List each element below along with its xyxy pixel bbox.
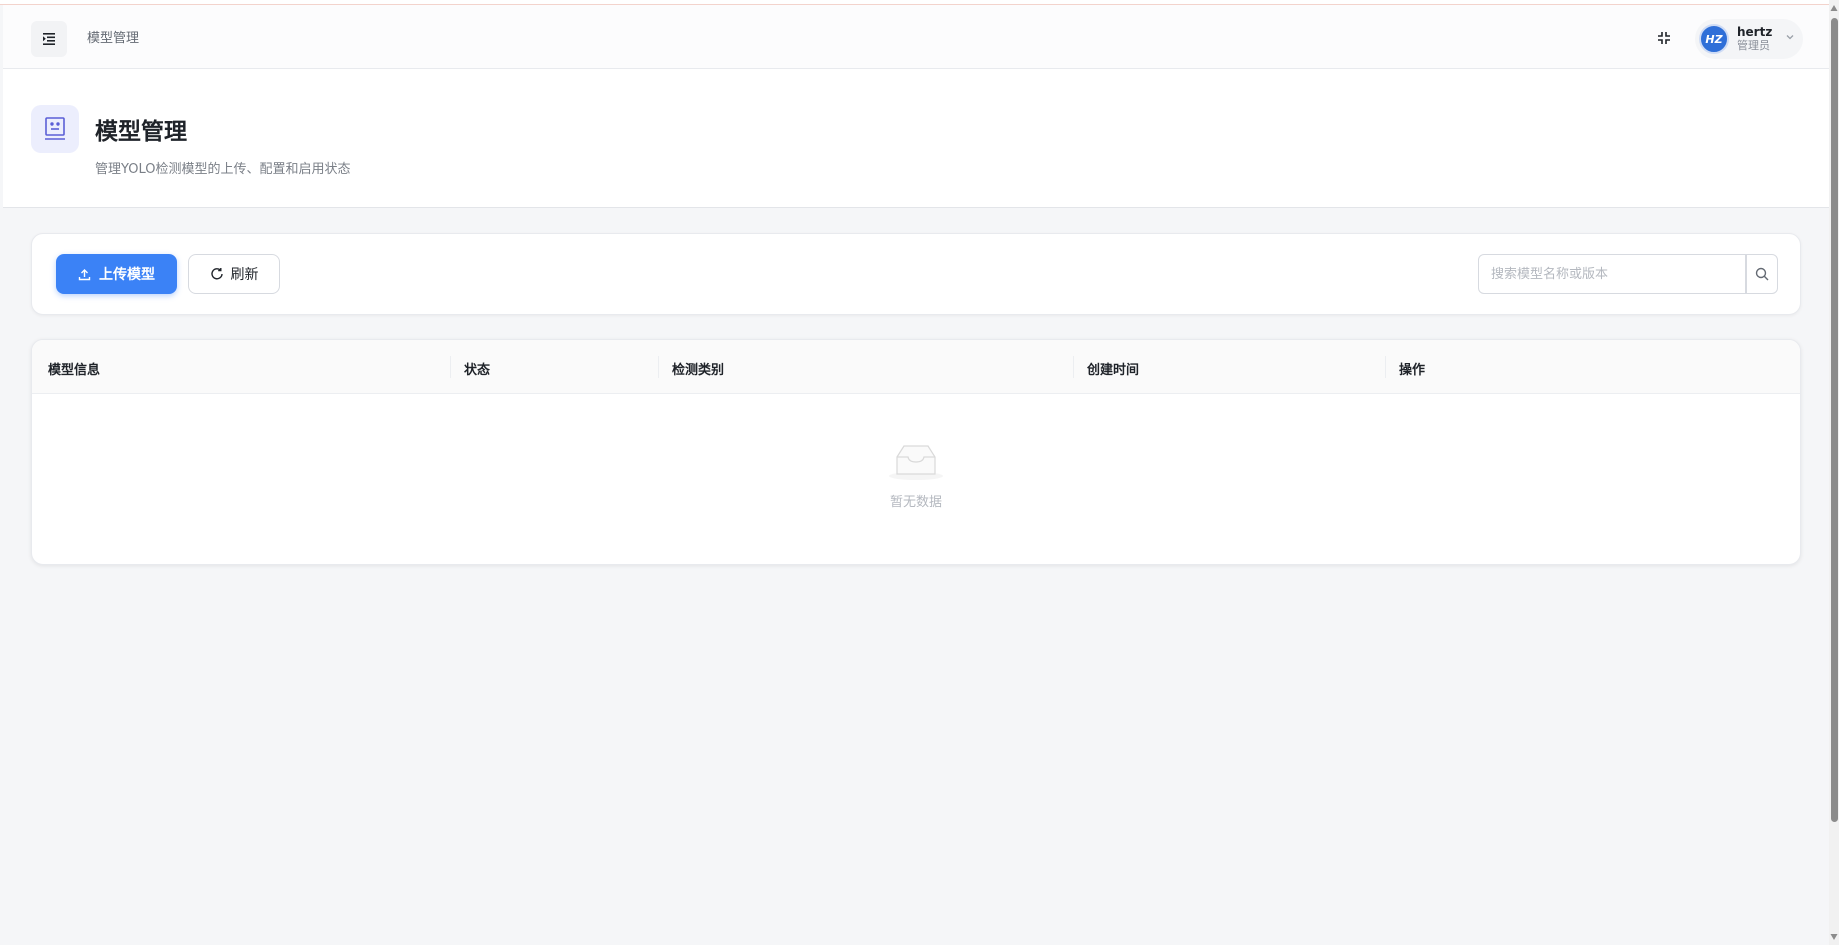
model-table: 模型信息 状态 检测类别 创建时间 操作 暂无数据 <box>31 339 1801 565</box>
page-title: 模型管理 <box>95 119 187 145</box>
scroll-down-arrow-icon[interactable] <box>1830 933 1838 941</box>
column-header-categories[interactable]: 检测类别 <box>672 359 724 378</box>
upload-icon <box>78 268 91 280</box>
scrollbar-thumb[interactable] <box>1831 18 1838 822</box>
user-role: 管理员 <box>1737 39 1770 52</box>
search-button[interactable] <box>1746 254 1778 294</box>
model-icon <box>31 105 79 153</box>
refresh-button[interactable]: 刷新 <box>188 254 280 294</box>
top-header: 模型管理 HZ hertz 管理员 <box>3 5 1829 69</box>
scroll-up-arrow-icon[interactable] <box>1830 4 1838 12</box>
avatar: HZ <box>1699 24 1729 54</box>
empty-state: 暂无数据 <box>32 394 1800 564</box>
column-header-actions[interactable]: 操作 <box>1399 359 1425 378</box>
app-window: 模型管理 HZ hertz 管理员 模型管理 管理YOLO检测模型的上传、配置和… <box>3 5 1829 945</box>
breadcrumb[interactable]: 模型管理 <box>87 27 139 46</box>
page-header: 模型管理 管理YOLO检测模型的上传、配置和启用状态 <box>3 69 1829 208</box>
search-icon <box>1755 267 1769 281</box>
column-header-created-time[interactable]: 创建时间 <box>1087 359 1139 378</box>
chevron-down-icon <box>1786 35 1794 40</box>
refresh-icon <box>210 268 223 280</box>
user-name: hertz <box>1737 25 1773 39</box>
column-header-status[interactable]: 状态 <box>464 359 490 378</box>
search-input[interactable] <box>1478 254 1746 294</box>
empty-inbox-icon <box>889 445 943 480</box>
refresh-label: 刷新 <box>230 267 259 283</box>
fullscreen-button[interactable] <box>1654 28 1674 48</box>
table-header: 模型信息 状态 检测类别 创建时间 操作 <box>32 340 1800 394</box>
upload-model-label: 上传模型 <box>99 267 155 283</box>
upload-model-button[interactable]: 上传模型 <box>56 254 177 294</box>
column-header-model-info[interactable]: 模型信息 <box>48 359 100 378</box>
scrollbar[interactable] <box>1829 0 1839 945</box>
menu-toggle-button[interactable] <box>31 21 67 57</box>
empty-text: 暂无数据 <box>889 495 942 510</box>
page-subtitle: 管理YOLO检测模型的上传、配置和启用状态 <box>95 162 351 177</box>
menu-fold-icon <box>43 33 55 45</box>
user-menu[interactable]: HZ hertz 管理员 <box>1695 19 1803 59</box>
fullscreen-exit-icon <box>1658 32 1670 44</box>
toolbar-card: 上传模型 刷新 <box>31 233 1801 315</box>
